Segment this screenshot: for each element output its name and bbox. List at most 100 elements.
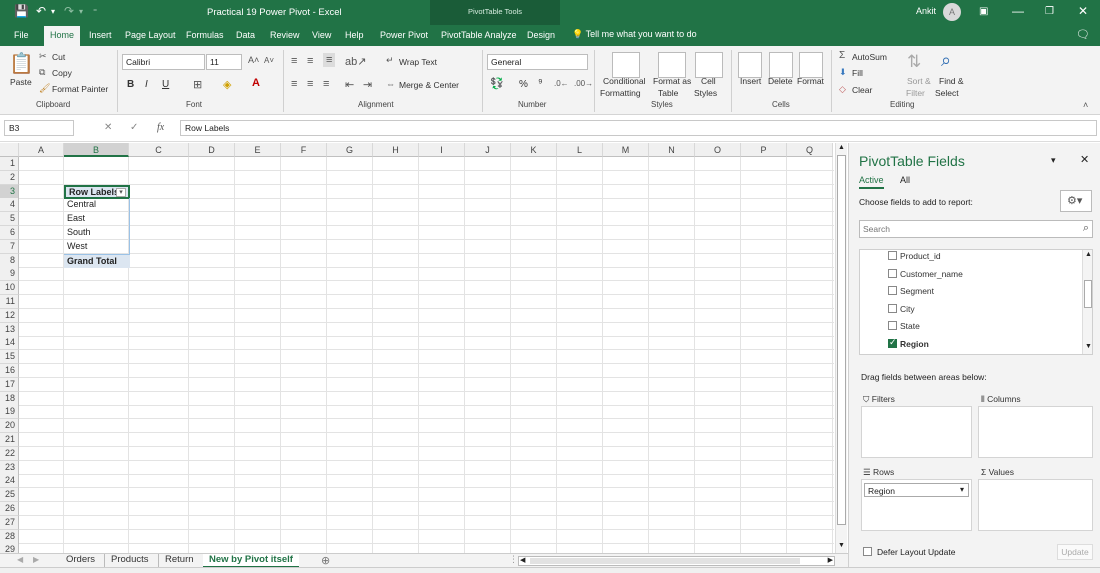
format-cells-button[interactable]: Format [797,76,824,86]
column-header-e[interactable]: E [235,143,281,157]
copy-button[interactable]: Copy [52,68,72,78]
pane-options-icon[interactable]: ▾ [1051,155,1056,166]
add-sheet-icon[interactable]: ⊕ [321,554,330,567]
cut-button[interactable]: Cut [52,52,65,62]
field-item-customer-name[interactable]: Customer_name [860,266,1080,282]
format-cells-icon[interactable] [799,52,823,78]
percent-button[interactable]: % [519,79,528,90]
tab-page-layout[interactable]: Page Layout [125,30,176,40]
align-right-icon[interactable]: ≡ [323,78,329,90]
tab-formulas[interactable]: Formulas [186,30,224,40]
decrease-font-icon[interactable]: A˅ [264,56,274,65]
customize-quick-access-icon[interactable]: ⁼ [93,7,97,16]
column-header-p[interactable]: P [741,143,787,157]
field-checkbox[interactable] [888,286,897,296]
scroll-left-icon[interactable]: ◀ [520,556,525,564]
merge-center-button[interactable]: Merge & Center [399,80,459,90]
user-name[interactable]: Ankit [916,6,936,16]
field-checkbox[interactable] [888,251,897,260]
increase-font-icon[interactable]: A˄ [248,55,259,65]
align-middle-icon[interactable]: ≡ [307,55,313,67]
row-header-24[interactable]: 24 [0,474,19,489]
format-as-table-label-2[interactable]: Table [658,88,678,98]
field-scroll-up-icon[interactable]: ▲ [1085,251,1092,258]
pivot-header-cell[interactable]: Row Labels ▾ [64,184,130,199]
pivot-row-central[interactable]: Central [64,198,130,213]
decrease-indent-icon[interactable]: ⇤ [345,78,354,91]
save-icon[interactable]: 💾 [14,4,29,18]
increase-indent-icon[interactable]: ⇥ [363,78,372,91]
tab-view[interactable]: View [312,30,331,40]
field-checkbox[interactable] [888,303,897,313]
currency-icon[interactable]: 💱 [490,77,504,90]
sheet-tab-orders[interactable]: Orders [60,554,101,568]
column-header-f[interactable]: F [281,143,327,157]
close-icon[interactable]: ✕ [1078,4,1088,18]
fill-color-icon[interactable]: ◈ [223,78,231,91]
gear-icon[interactable]: ⚙▾ [1060,190,1092,212]
field-list-scrollbar[interactable]: ▲ ▼ [1082,250,1092,354]
tab-data[interactable]: Data [236,30,255,40]
vertical-scroll-thumb[interactable] [837,155,846,525]
find-select-icon[interactable]: ⌕ [941,50,951,71]
number-format-select[interactable]: General [487,54,588,70]
tab-review[interactable]: Review [270,30,300,40]
tab-home[interactable]: Home [44,26,81,46]
bold-button[interactable]: B [127,79,134,90]
column-header-m[interactable]: M [603,143,649,157]
orientation-icon[interactable]: ab↗ [345,55,366,68]
cell-styles-label-2[interactable]: Styles [694,88,717,98]
column-header-a[interactable]: A [19,143,64,157]
comma-button[interactable]: ⁹ [538,77,543,89]
tab-file[interactable]: File [14,30,29,40]
align-top-icon[interactable]: ≡ [291,55,297,67]
conditional-formatting-label-2[interactable]: Formatting [600,88,641,98]
increase-decimal-icon[interactable]: .0← [554,79,569,88]
sort-filter-icon[interactable]: ⇅ [907,52,921,72]
column-header-c[interactable]: C [129,143,189,157]
wrap-text-button[interactable]: Wrap Text [399,57,437,67]
row-header-26[interactable]: 26 [0,502,19,516]
field-search[interactable]: ⌕ [859,220,1093,238]
tab-power-pivot[interactable]: Power Pivot [380,30,428,40]
find-select-label-1[interactable]: Find & [939,76,964,86]
vertical-scrollbar[interactable]: ▲ ▼ [835,143,847,553]
delete-cells-icon[interactable] [769,52,793,78]
pane-close-icon[interactable]: ✕ [1080,153,1089,166]
row-header-27[interactable]: 27 [0,515,19,530]
tab-pivot-analyze[interactable]: PivotTable Analyze [441,30,517,40]
row-header-22[interactable]: 22 [0,446,19,461]
filters-drop-area[interactable] [861,406,972,458]
field-checkbox[interactable] [888,337,897,348]
borders-icon[interactable]: ⊞ [193,78,202,91]
delete-cells-button[interactable]: Delete [768,76,793,86]
row-header-18[interactable]: 18 [0,391,19,406]
align-center-icon[interactable]: ≡ [307,78,313,90]
column-header-g[interactable]: G [327,143,373,157]
row-header-21[interactable]: 21 [0,433,19,447]
rows-field-dropdown-icon[interactable]: ▾ [960,485,964,494]
cancel-formula-icon[interactable]: ✕ [104,122,112,133]
rows-field-region[interactable]: Region ▾ [864,483,969,497]
rows-drop-area[interactable]: Region ▾ [861,479,972,531]
tab-split-handle[interactable]: ⋮ [509,554,518,565]
defer-checkbox[interactable] [863,547,872,556]
update-button[interactable]: Update [1057,544,1093,560]
minimize-icon[interactable]: — [1012,4,1024,18]
row-header-1[interactable]: 1 [0,157,19,171]
format-painter-button[interactable]: Format Painter [52,84,108,94]
row-header-2[interactable]: 2 [0,170,19,185]
pivot-row-east[interactable]: East [64,212,130,227]
column-header-l[interactable]: L [557,143,603,157]
paste-button[interactable]: Paste [10,77,32,87]
row-header-23[interactable]: 23 [0,460,19,475]
italic-button[interactable]: I [145,79,148,90]
field-item-product-id[interactable]: Product_id [860,250,1080,264]
tab-help[interactable]: Help [345,30,364,40]
restore-icon[interactable]: ❐ [1045,6,1054,17]
horizontal-scrollbar[interactable]: ◀ ▶ [518,556,835,566]
format-as-table-icon[interactable] [658,52,686,78]
find-select-label-2[interactable]: Select [935,88,959,98]
format-as-table-label-1[interactable]: Format as [653,76,691,86]
column-header-j[interactable]: J [465,143,511,157]
